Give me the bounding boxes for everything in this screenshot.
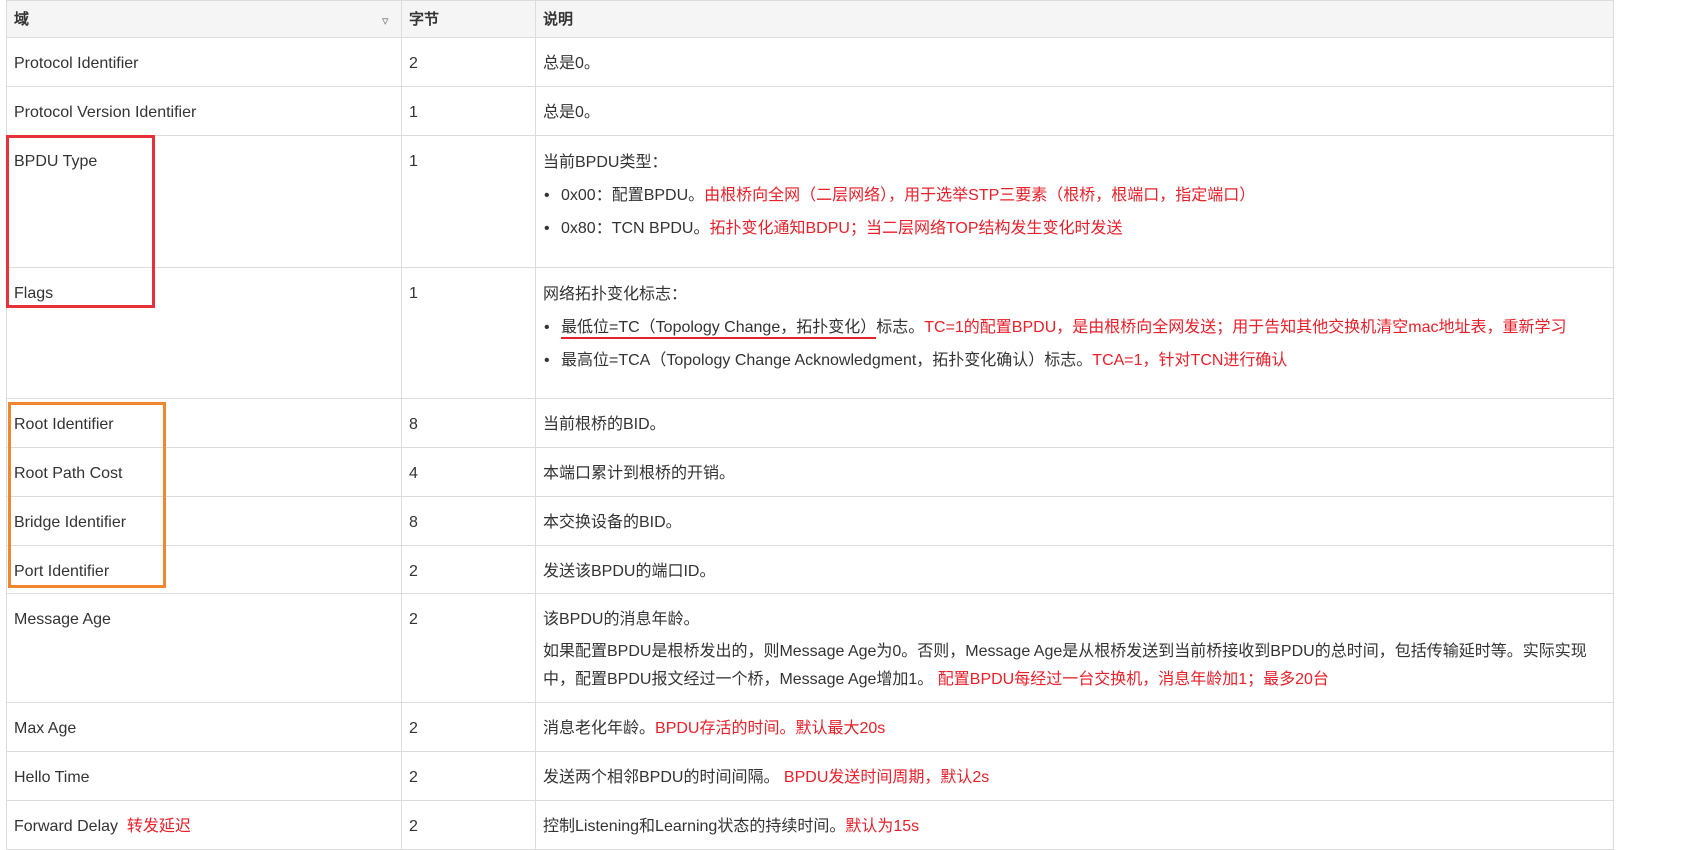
bytes-cell: 2 <box>401 593 536 703</box>
bytes-cell: 8 <box>401 398 536 448</box>
table-row: Protocol Version Identifier 1 总是0。 <box>6 86 1614 136</box>
list-item: 0x80：TCN BPDU。拓扑变化通知BDPU；当二层网络TOP结构发生变化时… <box>543 218 1606 240</box>
header-bytes[interactable]: 字节 <box>401 0 536 38</box>
desc-text: 发送两个相邻BPDU的时间间隔。 <box>543 769 780 786</box>
annotation-note: 拓扑变化通知BDPU；当二层网络TOP结构发生变化时发送 <box>709 220 1123 237</box>
field-cell: Forward Delay 转发延迟 <box>6 800 402 850</box>
table-row: Root Path Cost 4 本端口累计到根桥的开销。 <box>6 447 1614 497</box>
desc-text: 当前BPDU类型： <box>543 154 668 171</box>
field-cell: Protocol Identifier <box>6 37 402 87</box>
desc-text: 该BPDU的消息年龄。 <box>543 611 700 628</box>
field-cell: Port Identifier <box>6 545 402 594</box>
bytes-cell: 1 <box>401 267 536 399</box>
bpdu-fields-table-container: 域 ▿ 字节 说明 Protocol Identifier 2 总是0。 Pro… <box>6 0 1614 850</box>
desc-text: 控制Listening和Learning状态的持续时间。 <box>543 818 846 835</box>
bytes-cell: 2 <box>401 800 536 850</box>
header-field[interactable]: 域 ▿ <box>6 0 402 38</box>
table-header-row: 域 ▿ 字节 说明 <box>6 0 1614 38</box>
table-row: Flags 1 网络拓扑变化标志： 最低位=TC（Topology Change… <box>6 267 1614 399</box>
bytes-cell: 1 <box>401 135 536 268</box>
bytes-cell: 8 <box>401 496 536 546</box>
desc-cell: 网络拓扑变化标志： 最低位=TC（Topology Change，拓扑变化）标志… <box>535 267 1614 399</box>
field-cell: Message Age <box>6 593 402 703</box>
desc-cell: 控制Listening和Learning状态的持续时间。默认为15s <box>535 800 1614 850</box>
desc-cell: 该BPDU的消息年龄。 如果配置BPDU是根桥发出的，则Message Age为… <box>535 593 1614 703</box>
list-item: 最高位=TCA（Topology Change Acknowledgment，拓… <box>543 350 1606 372</box>
bytes-cell: 1 <box>401 86 536 136</box>
table-row: Hello Time 2 发送两个相邻BPDU的时间间隔。 BPDU发送时间周期… <box>6 751 1614 801</box>
desc-cell: 消息老化年龄。BPDU存活的时间。默认最大20s <box>535 702 1614 752</box>
list-item: 0x00：配置BPDU。由根桥向全网（二层网络），用于选举STP三要素（根桥，根… <box>543 185 1606 207</box>
table-row: Message Age 2 该BPDU的消息年龄。 如果配置BPDU是根桥发出的… <box>6 593 1614 703</box>
list-item: 最低位=TC（Topology Change，拓扑变化）标志。TC=1的配置BP… <box>543 317 1606 339</box>
table-row: Bridge Identifier 8 本交换设备的BID。 <box>6 496 1614 546</box>
table-row: BPDU Type 1 当前BPDU类型： 0x00：配置BPDU。由根桥向全网… <box>6 135 1614 268</box>
annotation-note: BPDU存活的时间。默认最大20s <box>655 720 886 737</box>
bytes-cell: 2 <box>401 702 536 752</box>
bpdu-fields-table: 域 ▿ 字节 说明 Protocol Identifier 2 总是0。 Pro… <box>6 0 1614 850</box>
annotation-note: 转发延迟 <box>126 818 191 835</box>
field-cell: Root Identifier <box>6 398 402 448</box>
annotation-note: BPDU发送时间周期，默认2s <box>783 769 990 786</box>
bytes-cell: 2 <box>401 545 536 594</box>
item-text: 标志。 <box>876 319 925 336</box>
table-row: Protocol Identifier 2 总是0。 <box>6 37 1614 87</box>
bytes-cell: 4 <box>401 447 536 497</box>
desc-cell: 发送该BPDU的端口ID。 <box>535 545 1614 594</box>
bytes-cell: 2 <box>401 37 536 87</box>
desc-list: 最低位=TC（Topology Change，拓扑变化）标志。TC=1的配置BP… <box>543 317 1606 372</box>
desc-cell: 本端口累计到根桥的开销。 <box>535 447 1614 497</box>
item-text: 0x80：TCN BPDU。 <box>561 220 710 237</box>
field-cell: Protocol Version Identifier <box>6 86 402 136</box>
table-row: Forward Delay 转发延迟 2 控制Listening和Learnin… <box>6 800 1614 850</box>
field-cell: Flags <box>6 267 402 399</box>
desc-text: 消息老化年龄。 <box>543 720 656 737</box>
table-row: Port Identifier 2 发送该BPDU的端口ID。 <box>6 545 1614 594</box>
underlined-text: 最低位=TC（Topology Change，拓扑变化） <box>561 319 877 339</box>
field-cell: Root Path Cost <box>6 447 402 497</box>
desc-text: 网络拓扑变化标志： <box>543 286 688 303</box>
annotation-note: 由根桥向全网（二层网络），用于选举STP三要素（根桥，根端口，指定端口） <box>704 187 1256 204</box>
desc-cell: 总是0。 <box>535 37 1614 87</box>
annotation-note: TCA=1，针对TCN进行确认 <box>1092 352 1288 369</box>
item-text: 0x00：配置BPDU。 <box>561 187 705 204</box>
desc-cell: 总是0。 <box>535 86 1614 136</box>
field-text: Forward Delay <box>14 818 119 835</box>
desc-cell: 本交换设备的BID。 <box>535 496 1614 546</box>
field-cell: Bridge Identifier <box>6 496 402 546</box>
annotation-note: 默认为15s <box>845 818 920 835</box>
desc-paragraph: 如果配置BPDU是根桥发出的，则Message Age为0。否则，Message… <box>543 638 1606 694</box>
desc-cell: 当前根桥的BID。 <box>535 398 1614 448</box>
annotation-note: 配置BPDU每经过一台交换机，消息年龄加1；最多20台 <box>937 671 1329 688</box>
header-field-label: 域 <box>14 11 30 28</box>
table-row: Root Identifier 8 当前根桥的BID。 <box>6 398 1614 448</box>
annotation-note: TC=1的配置BPDU，是由根桥向全网发送；用于告知其他交换机清空mac地址表，… <box>924 319 1567 336</box>
desc-cell: 当前BPDU类型： 0x00：配置BPDU。由根桥向全网（二层网络），用于选举S… <box>535 135 1614 268</box>
bytes-cell: 2 <box>401 751 536 801</box>
header-desc[interactable]: 说明 <box>535 0 1614 38</box>
table-row: Max Age 2 消息老化年龄。BPDU存活的时间。默认最大20s <box>6 702 1614 752</box>
field-cell: Max Age <box>6 702 402 752</box>
desc-cell: 发送两个相邻BPDU的时间间隔。 BPDU发送时间周期，默认2s <box>535 751 1614 801</box>
field-cell: BPDU Type <box>6 135 402 268</box>
filter-icon[interactable]: ▿ <box>382 10 389 32</box>
field-cell: Hello Time <box>6 751 402 801</box>
item-text: 最高位=TCA（Topology Change Acknowledgment，拓… <box>561 352 1093 369</box>
desc-list: 0x00：配置BPDU。由根桥向全网（二层网络），用于选举STP三要素（根桥，根… <box>543 185 1606 240</box>
